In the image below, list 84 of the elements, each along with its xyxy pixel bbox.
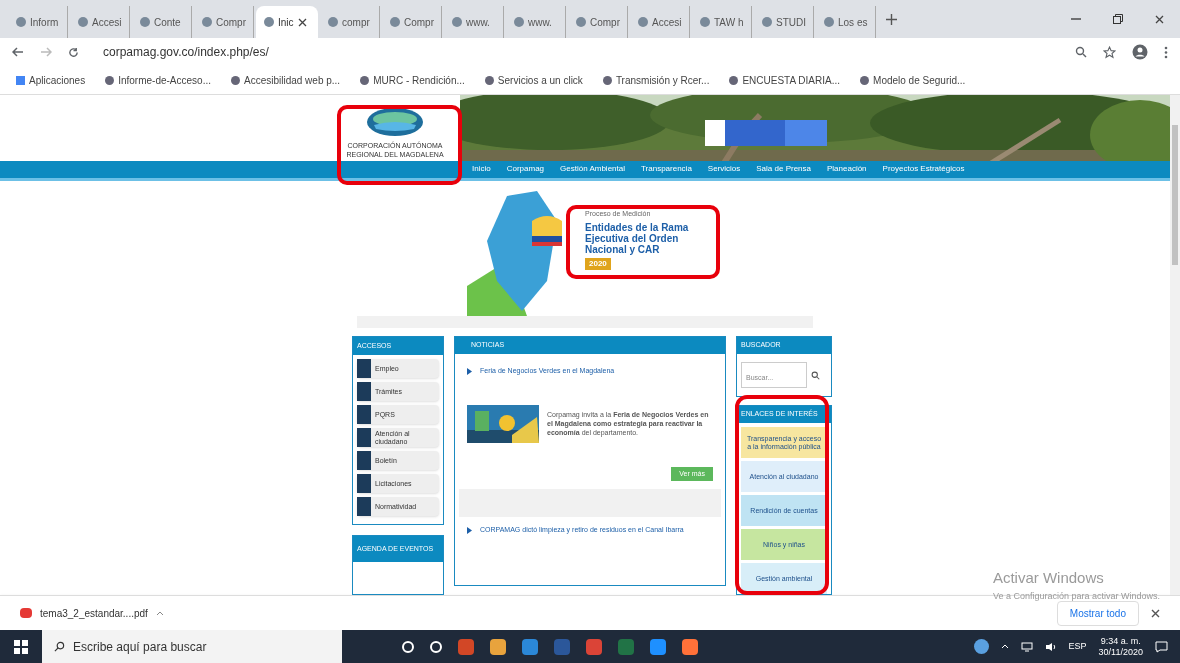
favicon-icon	[202, 17, 212, 27]
taskbar-app-icon[interactable]	[430, 640, 442, 653]
favicon-icon	[602, 75, 612, 85]
banner-year: 2020	[585, 258, 611, 271]
favicon-icon	[860, 75, 870, 85]
pdf-icon	[20, 608, 32, 618]
access-icon	[357, 405, 371, 424]
access-icon	[357, 497, 371, 516]
access-icon	[357, 474, 371, 493]
nav-link[interactable]: Sala de Prensa	[756, 163, 811, 176]
activation-hint: Ve a Configuración para activar Windows.	[992, 589, 1160, 603]
search-icon	[54, 641, 65, 652]
reload-icon[interactable]	[68, 46, 79, 58]
activation-title: Activar Windows	[992, 568, 1105, 588]
bullet-icon	[467, 526, 472, 534]
favicon-icon	[762, 17, 772, 27]
favicon-icon	[140, 17, 150, 27]
favicon-icon	[328, 17, 338, 27]
bookmark[interactable]: Modelo de Segurid...	[860, 72, 966, 88]
access-icon	[357, 428, 371, 447]
clock-time[interactable]: 9:34 a. m.	[1100, 635, 1141, 647]
close-icon[interactable]	[297, 17, 307, 27]
star-icon[interactable]	[1103, 45, 1116, 59]
favicon-icon	[360, 75, 370, 85]
taskbar-app-icon[interactable]	[490, 638, 506, 655]
favicon-icon	[390, 17, 400, 27]
access-icon	[357, 382, 371, 401]
nav-link[interactable]: Gestión Ambiental	[560, 163, 625, 176]
restore-icon[interactable]	[1113, 14, 1123, 24]
favicon-icon	[16, 17, 26, 27]
close-icon[interactable]	[1155, 14, 1164, 24]
help-icon[interactable]	[973, 639, 989, 654]
bookmark[interactable]: Transmisión y Rcer...	[602, 72, 710, 88]
favicon-icon	[638, 17, 648, 27]
bookmark[interactable]: Servicios a un click	[484, 72, 583, 88]
language-indicator[interactable]: ESP	[1068, 639, 1087, 654]
favicon-icon	[264, 17, 274, 27]
address-bar[interactable]: corpamag.gov.co/index.php/es/	[95, 41, 1059, 63]
show-all-button[interactable]: Mostrar todo	[1056, 600, 1139, 626]
favicon-icon	[824, 17, 834, 27]
favicon-icon	[484, 75, 494, 85]
government-badge	[725, 120, 785, 146]
taskbar-app-icon[interactable]	[402, 640, 414, 653]
back-icon[interactable]	[12, 47, 24, 57]
access-icon	[357, 451, 371, 470]
favicon-icon	[78, 17, 88, 27]
close-icon[interactable]	[1151, 608, 1160, 618]
search-icon[interactable]	[811, 370, 820, 380]
bookmark[interactable]: ENCUESTA DIARIA...	[729, 72, 841, 88]
government-badge	[785, 120, 827, 146]
speaker-icon[interactable]	[1044, 641, 1057, 652]
scrollbar[interactable]	[1170, 95, 1180, 595]
nav-link[interactable]: Servicios	[707, 163, 741, 176]
bookmark[interactable]: MURC - Rendición...	[360, 72, 465, 88]
favicon-icon	[105, 75, 115, 85]
zoom-icon[interactable]	[1075, 46, 1087, 58]
apps-grid-icon	[16, 75, 25, 85]
nav-link[interactable]: Planeación	[827, 163, 867, 176]
nav-link[interactable]: Corpamag	[506, 163, 545, 176]
nav-link[interactable]: Inicio	[472, 163, 491, 176]
windows-start-icon[interactable]	[14, 639, 28, 654]
menu-icon[interactable]	[1164, 45, 1168, 59]
favicon-icon	[700, 17, 710, 27]
browser-tab[interactable]: Inic	[256, 6, 318, 38]
bookmark[interactable]: Informe-de-Acceso...	[105, 72, 211, 88]
favicon-icon	[514, 17, 524, 27]
clock-date[interactable]: 30/11/2020	[1098, 646, 1143, 658]
favicon-icon	[230, 75, 240, 85]
network-icon[interactable]	[1020, 641, 1033, 652]
favicon-icon	[576, 17, 586, 27]
bookmark[interactable]: Aplicaciones	[16, 72, 86, 88]
bullet-icon	[467, 367, 472, 375]
favicon-icon	[452, 17, 462, 27]
nav-link[interactable]: Transparencia	[641, 163, 692, 176]
taskbar-search-field[interactable]: Escribe aquí para buscar	[42, 630, 342, 663]
favicon-icon	[729, 75, 739, 85]
profile-icon[interactable]	[1132, 44, 1148, 60]
download-item[interactable]: tema3_2_estandar....pdf	[20, 605, 200, 621]
new-tab-icon[interactable]	[886, 13, 897, 25]
access-icon	[357, 359, 371, 378]
logo-icon	[366, 107, 424, 137]
bookmark[interactable]: Accesibilidad web p...	[230, 72, 341, 88]
notification-icon[interactable]	[1155, 640, 1168, 653]
nav-link[interactable]: Proyectos Estratégicos	[882, 163, 965, 176]
